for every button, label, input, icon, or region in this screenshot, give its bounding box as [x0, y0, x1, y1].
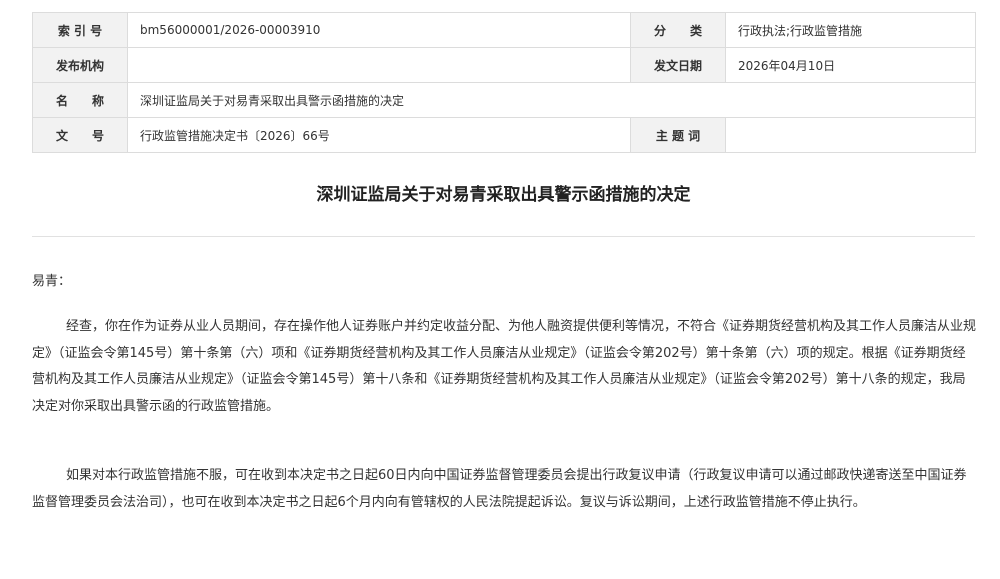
body-paragraph-appeal: 如果对本行政监管措施不服，可在收到本决定书之日起60日内向中国证券监督管理委员会…	[32, 468, 967, 510]
issuing-agency-value	[127, 47, 631, 83]
category-value: 行政执法;行政监管措施	[725, 12, 976, 48]
metadata-row-issuer: 发布机构 发文日期 2026年04月10日	[32, 47, 976, 83]
issue-date-value: 2026年04月10日	[725, 47, 976, 83]
index-number-label: 索 引 号	[32, 12, 128, 48]
document-name-value: 深圳证监局关于对易青采取出具警示函措施的决定	[127, 82, 976, 118]
subject-keywords-label: 主 题 词	[630, 117, 726, 153]
salutation: 易青：	[32, 274, 72, 289]
document-number-label: 文 号	[32, 117, 128, 153]
issuing-agency-label: 发布机构	[32, 47, 128, 83]
category-label: 分 类	[630, 12, 726, 48]
index-number-value: bm56000001/2026-00003910	[127, 12, 631, 48]
document-title: 深圳证监局关于对易青采取出具警示函措施的决定	[316, 185, 691, 205]
body-paragraph-findings: 经查，你在作为证券从业人员期间，存在操作他人证券账户并约定收益分配、为他人融资提…	[32, 319, 977, 414]
subject-keywords-value	[725, 117, 976, 153]
issue-date-label: 发文日期	[630, 47, 726, 83]
title-divider	[32, 236, 975, 237]
metadata-row-index: 索 引 号 bm56000001/2026-00003910 分 类 行政执法;…	[32, 12, 976, 48]
metadata-row-name: 名 称 深圳证监局关于对易青采取出具警示函措施的决定	[32, 82, 976, 118]
document-name-label: 名 称	[32, 82, 128, 118]
document-metadata-table: 索 引 号 bm56000001/2026-00003910 分 类 行政执法;…	[32, 12, 976, 153]
metadata-row-docno: 文 号 行政监管措施决定书〔2026〕66号 主 题 词	[32, 117, 976, 153]
document-number-value: 行政监管措施决定书〔2026〕66号	[127, 117, 631, 153]
